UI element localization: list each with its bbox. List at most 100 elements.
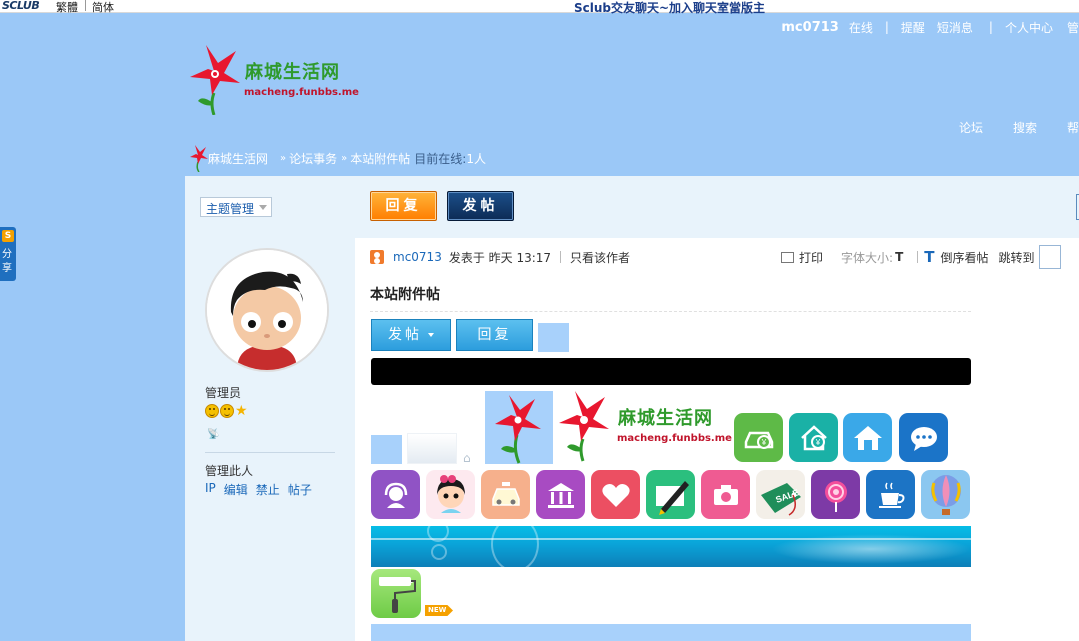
- post-header: mc0713 发表于 昨天 13:17 只看该作者: [370, 248, 630, 266]
- real-estate-app[interactable]: [843, 413, 892, 462]
- site-url: macheng.funbbs.me: [244, 87, 359, 98]
- girl-app[interactable]: [426, 470, 475, 519]
- font-size-toggle[interactable]: T: [895, 250, 903, 264]
- share-label: 分享: [2, 249, 12, 274]
- avatar[interactable]: [205, 248, 329, 372]
- breadcrumb: 麻城生活网 » 论坛事务 » 本站附件帖 目前在线: 1人: [190, 143, 486, 173]
- printer-icon[interactable]: [781, 251, 794, 263]
- banner-glow: [771, 534, 971, 564]
- sale-app[interactable]: SALE: [756, 470, 805, 519]
- manage-ban-link[interactable]: 禁止: [256, 481, 280, 498]
- lang-traditional-link[interactable]: 繁體: [56, 0, 78, 15]
- paint-roller-app[interactable]: [371, 569, 421, 618]
- nav-forum[interactable]: 论坛: [959, 119, 983, 136]
- reply-button[interactable]: 回复: [370, 191, 437, 221]
- reverse-order-link[interactable]: 倒序看帖: [940, 249, 988, 266]
- only-author-link[interactable]: 只看该作者: [570, 249, 630, 266]
- site-logo-image[interactable]: 麻城生活网 macheng.funbbs.me: [559, 391, 732, 463]
- car-yen-icon: ¥: [744, 431, 773, 449]
- bubble-shape: [431, 544, 447, 560]
- breadcrumb-separator-icon: »: [341, 152, 348, 164]
- username-link[interactable]: mc0713: [781, 20, 838, 35]
- photo-app[interactable]: [701, 470, 750, 519]
- post-button-label: 发帖: [388, 327, 422, 343]
- flower-logo-icon: [559, 391, 609, 462]
- link-divider: |: [884, 20, 889, 34]
- logo-site-name: 麻城生活网: [618, 408, 713, 429]
- new-badge: NEW: [425, 605, 453, 616]
- reply-blue-button[interactable]: 回复: [456, 319, 533, 351]
- messages-link[interactable]: 短消息: [937, 19, 973, 36]
- main-nav: 论坛 搜索 帮: [959, 119, 1079, 136]
- travel-app[interactable]: [921, 470, 970, 519]
- svg-text:¥: ¥: [760, 438, 766, 447]
- star-icon: ★: [235, 403, 248, 419]
- share-logo-icon: S: [2, 230, 14, 242]
- reminder-link[interactable]: 提醒: [901, 19, 925, 36]
- online-status-link[interactable]: 在线: [849, 19, 873, 36]
- breadcrumb-separator-icon: »: [280, 152, 287, 164]
- bank-app[interactable]: [536, 470, 585, 519]
- dating-app[interactable]: [591, 470, 640, 519]
- jump-to-label: 跳转到: [998, 250, 1035, 265]
- top-bar: SCLUB 繁體 简体 Sclub交友聊天~加入聊天室當版主: [0, 0, 1079, 16]
- nav-help[interactable]: 帮: [1067, 119, 1079, 136]
- taxi-icon: [491, 481, 520, 506]
- manage-link[interactable]: 管: [1067, 19, 1079, 36]
- svg-text:¥: ¥: [814, 438, 820, 447]
- author-sidebar: 主题管理 管理员 ★ 📡 管理此人 IP 编辑 禁止 帖子: [185, 176, 355, 641]
- post-tools: 打印 字体大小: T T 倒序看帖 跳转到: [781, 245, 1061, 269]
- home-flower-icon[interactable]: [190, 144, 208, 172]
- smile-icon: [205, 404, 219, 418]
- image-placeholder: [371, 435, 402, 464]
- cafe-app[interactable]: [866, 470, 915, 519]
- online-count: 1人: [466, 151, 486, 166]
- breadcrumb-attachment-thread[interactable]: 本站附件帖: [350, 150, 410, 167]
- post-dropdown-button[interactable]: 发帖: [371, 319, 451, 351]
- ocean-banner-image: [371, 526, 971, 567]
- breadcrumb-home[interactable]: 麻城生活网: [208, 150, 268, 167]
- house-yen-icon: ¥: [800, 424, 827, 450]
- jump-to-input[interactable]: [1038, 245, 1061, 269]
- breadcrumb-forum-affairs[interactable]: 论坛事务: [289, 150, 337, 167]
- logo-site-url: macheng.funbbs.me: [617, 433, 732, 444]
- new-post-button[interactable]: 发帖: [447, 191, 514, 221]
- site-logo[interactable]: 麻城生活网 macheng.funbbs.me: [190, 43, 360, 116]
- smile-icon: [220, 404, 234, 418]
- flower-icon: [495, 395, 541, 464]
- user-center-link[interactable]: 个人中心: [1005, 19, 1053, 36]
- lollipop-icon: [824, 480, 847, 512]
- pen-icon: [655, 480, 689, 515]
- lang-divider: [85, 0, 86, 11]
- car-loan-app[interactable]: ¥: [734, 413, 783, 462]
- reverse-order-icon[interactable]: T: [924, 248, 934, 266]
- taxi-app[interactable]: [481, 470, 530, 519]
- user-links: mc0713 在线 | 提醒 短消息 | 个人中心 管: [781, 19, 1079, 35]
- post-author-link[interactable]: mc0713: [393, 250, 442, 264]
- sclub-logo[interactable]: SCLUB: [2, 0, 40, 12]
- topic-manage-label: 主题管理: [206, 202, 255, 216]
- topic-manage-select[interactable]: 主题管理: [200, 197, 272, 217]
- flower-logo-icon: [190, 45, 240, 116]
- house-finance-app[interactable]: ¥: [789, 413, 838, 462]
- flower-image[interactable]: [485, 391, 553, 464]
- nav-search[interactable]: 搜索: [1013, 119, 1037, 136]
- site-name: 麻城生活网: [245, 62, 340, 83]
- candy-app[interactable]: [811, 470, 860, 519]
- print-link[interactable]: 打印: [799, 249, 823, 266]
- attachment-row-2: SALE: [371, 470, 971, 520]
- support-app[interactable]: [371, 470, 420, 519]
- manage-posts-link[interactable]: 帖子: [288, 481, 312, 498]
- manage-ip-link[interactable]: IP: [205, 481, 216, 498]
- chat-app[interactable]: [899, 413, 948, 462]
- share-tab[interactable]: S 分享: [0, 227, 16, 281]
- post-title: 本站附件帖: [370, 287, 440, 303]
- coffee-cup-icon: [878, 482, 904, 508]
- sclub-promo-link[interactable]: Sclub交友聊天~加入聊天室當版主: [574, 0, 765, 16]
- manage-edit-link[interactable]: 编辑: [224, 481, 248, 498]
- girl-icon: [436, 474, 465, 513]
- writing-app[interactable]: [646, 470, 695, 519]
- grey-image-placeholder: [407, 433, 457, 464]
- lang-simplified-link[interactable]: 简体: [92, 0, 114, 15]
- sale-tag-icon: SALE: [760, 482, 801, 516]
